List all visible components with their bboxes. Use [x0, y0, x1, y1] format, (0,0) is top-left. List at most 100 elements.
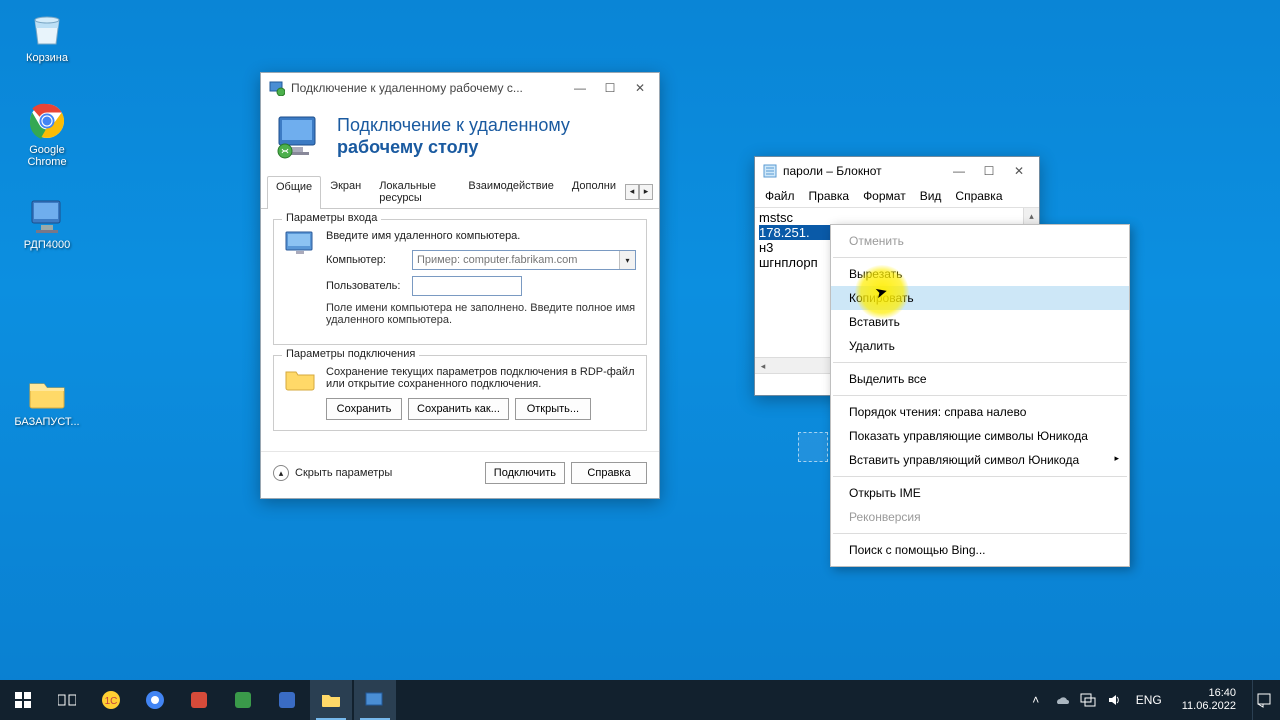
login-group: Параметры входа Введите имя удаленного к… — [273, 219, 647, 345]
maximize-button[interactable]: ☐ — [595, 76, 625, 100]
help-button[interactable]: Справка — [571, 462, 647, 484]
desktop-icon-recycle-bin[interactable]: Корзина — [12, 8, 82, 64]
minimize-button[interactable]: ― — [565, 76, 595, 100]
ctx-open-ime[interactable]: Открыть IME — [831, 481, 1129, 505]
menu-view[interactable]: Вид — [914, 187, 948, 205]
tray-expand-icon[interactable]: ˄ — [1028, 692, 1044, 708]
text-selection: 178.251. — [759, 225, 810, 240]
connect-button[interactable]: Подключить — [485, 462, 565, 484]
np-minimize-button[interactable]: ― — [944, 159, 974, 183]
hide-params-label: Скрыть параметры — [295, 467, 392, 479]
separator — [833, 257, 1127, 258]
hide-params-toggle[interactable]: ▴ Скрыть параметры — [273, 465, 392, 481]
desktop-icon-rdp4000[interactable]: РДП4000 — [12, 195, 82, 251]
separator — [833, 395, 1127, 396]
menu-help[interactable]: Справка — [949, 187, 1008, 205]
tray-network-icon[interactable] — [1080, 692, 1096, 708]
ctx-select-all[interactable]: Выделить все — [831, 367, 1129, 391]
rdp-header-line2: рабочему столу — [337, 137, 478, 157]
taskbar-app-1c[interactable]: 1C — [90, 680, 132, 720]
rdp-titlebar-icon — [269, 80, 285, 96]
tab-scroll-right[interactable]: ▸ — [639, 184, 653, 200]
ctx-copy[interactable]: Копировать — [831, 286, 1129, 310]
save-button[interactable]: Сохранить — [326, 398, 402, 420]
desktop-icon-chrome[interactable]: Google Chrome — [12, 100, 82, 168]
ctx-bing[interactable]: Поиск с помощью Bing... — [831, 538, 1129, 562]
connection-desc: Сохранение текущих параметров подключени… — [326, 366, 636, 390]
tab-scroll-left[interactable]: ◂ — [625, 184, 639, 200]
desktop-icon-label: Корзина — [12, 52, 82, 64]
ctx-cut[interactable]: Вырезать — [831, 262, 1129, 286]
chrome-icon — [26, 100, 68, 142]
ctx-show-unicode[interactable]: Показать управляющие символы Юникода — [831, 424, 1129, 448]
taskbar-app-green[interactable] — [222, 680, 264, 720]
svg-text:1C: 1C — [105, 696, 118, 707]
ctx-paste[interactable]: Вставить — [831, 310, 1129, 334]
ctx-reconvert[interactable]: Реконверсия — [831, 505, 1129, 529]
tab-local-resources[interactable]: Локальные ресурсы — [370, 175, 459, 208]
ctx-insert-unicode-label: Вставить управляющий символ Юникода — [849, 453, 1079, 467]
connection-group-title: Параметры подключения — [282, 348, 419, 360]
notepad-titlebar[interactable]: пароли – Блокнот ― ☐ ✕ — [755, 157, 1039, 185]
np-maximize-button[interactable]: ☐ — [974, 159, 1004, 183]
chevron-up-icon: ▴ — [273, 465, 289, 481]
rdp-header-line1: Подключение к удаленному — [337, 115, 570, 135]
clock-date: 11.06.2022 — [1182, 700, 1236, 713]
taskbar: 1C ˄ ENG 16:40 11.06.2022 — [0, 680, 1280, 720]
tray-onedrive-icon[interactable] — [1054, 692, 1070, 708]
task-view-button[interactable] — [46, 680, 88, 720]
monitor-icon — [284, 230, 316, 256]
chevron-right-icon: ▸ — [1114, 453, 1119, 464]
tray-volume-icon[interactable] — [1106, 692, 1122, 708]
start-button[interactable] — [2, 680, 44, 720]
rdp-titlebar[interactable]: Подключение к удаленному рабочему с... ―… — [261, 73, 659, 103]
tab-advanced[interactable]: Дополни — [563, 175, 625, 208]
ctx-undo[interactable]: Отменить — [831, 229, 1129, 253]
computer-label: Компьютер: — [326, 254, 406, 266]
np-close-button[interactable]: ✕ — [1004, 159, 1034, 183]
menu-format[interactable]: Формат — [857, 187, 912, 205]
user-input[interactable] — [412, 276, 522, 296]
taskbar-app-blue[interactable] — [266, 680, 308, 720]
login-warn: Поле имени компьютера не заполнено. Введ… — [326, 302, 636, 326]
desktop-icon-folder-start[interactable]: БАЗАПУСТ... — [12, 372, 82, 428]
notepad-menubar: Файл Правка Формат Вид Справка — [755, 185, 1039, 207]
rdp-header: Подключение к удаленному рабочему столу — [261, 103, 659, 175]
login-group-title: Параметры входа — [282, 212, 381, 224]
taskbar-app-rdp[interactable] — [354, 680, 396, 720]
tab-experience[interactable]: Взаимодействие — [459, 175, 562, 208]
save-as-button[interactable]: Сохранить как... — [408, 398, 509, 420]
notifications-button[interactable] — [1252, 680, 1274, 720]
connection-group: Параметры подключения Сохранение текущих… — [273, 355, 647, 431]
separator — [833, 362, 1127, 363]
menu-edit[interactable]: Правка — [803, 187, 856, 205]
rdp-tabs: Общие Экран Локальные ресурсы Взаимодейс… — [261, 175, 659, 209]
separator — [833, 476, 1127, 477]
computer-input[interactable] — [413, 251, 619, 269]
open-button[interactable]: Открыть... — [515, 398, 591, 420]
computer-combo[interactable]: ▾ — [412, 250, 636, 270]
ctx-rtl[interactable]: Порядок чтения: справа налево — [831, 400, 1129, 424]
text-line: mstsc — [759, 210, 1035, 225]
ctx-insert-unicode[interactable]: Вставить управляющий символ Юникода ▸ — [831, 448, 1129, 472]
taskbar-app-chrome[interactable] — [134, 680, 176, 720]
menu-file[interactable]: Файл — [759, 187, 801, 205]
ctx-delete[interactable]: Удалить — [831, 334, 1129, 358]
close-button[interactable]: ✕ — [625, 76, 655, 100]
recycle-bin-icon — [26, 8, 68, 50]
tab-display[interactable]: Экран — [321, 175, 370, 208]
language-indicator[interactable]: ENG — [1132, 693, 1166, 707]
folder-open-icon — [284, 366, 316, 392]
rdp-footer: ▴ Скрыть параметры Подключить Справка — [261, 451, 659, 498]
rdp-window: Подключение к удаленному рабочему с... ―… — [260, 72, 660, 499]
rdp-header-icon — [275, 113, 323, 161]
rdp-header-title: Подключение к удаленному рабочему столу — [337, 115, 570, 158]
chevron-down-icon[interactable]: ▾ — [619, 251, 635, 269]
rdp-body: Параметры входа Введите имя удаленного к… — [261, 209, 659, 451]
taskbar-clock[interactable]: 16:40 11.06.2022 — [1176, 687, 1242, 713]
login-prompt: Введите имя удаленного компьютера. — [326, 230, 636, 242]
clock-time: 16:40 — [1182, 687, 1236, 700]
taskbar-app-explorer[interactable] — [310, 680, 352, 720]
taskbar-app-red[interactable] — [178, 680, 220, 720]
tab-general[interactable]: Общие — [267, 176, 321, 209]
